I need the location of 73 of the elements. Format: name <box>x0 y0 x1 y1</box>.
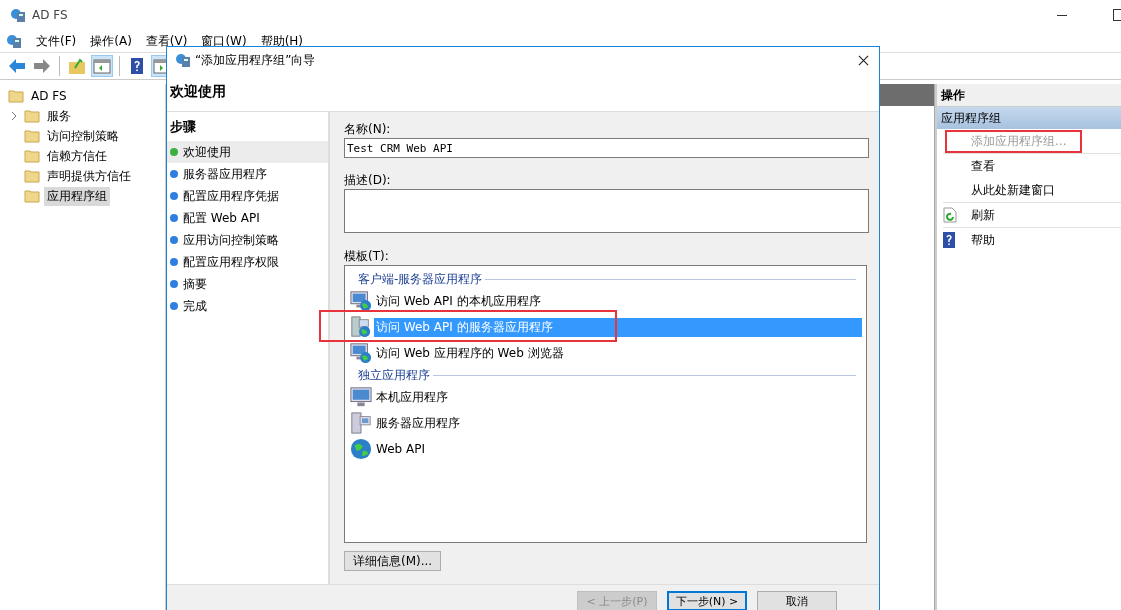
dialog-title: “添加应用程序组”向导 <box>195 51 316 69</box>
menu-item[interactable]: 操作(A) <box>90 32 132 50</box>
steps-heading: 步骤 <box>169 118 197 136</box>
menu-item[interactable]: 文件(F) <box>36 32 77 50</box>
description-field[interactable] <box>344 189 869 233</box>
menu-item[interactable]: 查看(V) <box>145 32 188 50</box>
refresh-icon <box>943 207 957 223</box>
app-icon <box>175 52 191 68</box>
page-heading: 欢迎使用 <box>170 83 226 101</box>
wizard-step: 服务器应用程序 <box>167 163 328 185</box>
app-icon <box>6 33 22 49</box>
console-tree-toggle-icon[interactable] <box>91 55 113 77</box>
step-dot-icon <box>170 148 178 156</box>
tree-item[interactable]: 服务 <box>44 106 74 126</box>
monitor-globe-icon <box>350 342 372 364</box>
folder-icon <box>8 89 24 103</box>
wizard-step: 配置应用程序凭据 <box>167 185 328 207</box>
wizard-button[interactable]: 取消 <box>757 591 837 610</box>
tree-item[interactable]: 访问控制策略 <box>44 126 122 146</box>
template-item[interactable]: 访问 Web 应用程序的 Web 浏览器 <box>374 343 566 363</box>
server-globe-icon <box>350 316 372 338</box>
minimize-button[interactable] <box>1057 14 1067 16</box>
group-heading: 独立应用程序 <box>358 366 430 384</box>
action-link[interactable]: 帮助 <box>967 230 999 250</box>
field-label: 描述(D): <box>344 172 392 189</box>
folder-icon <box>24 169 40 183</box>
details-button[interactable]: 详细信息(M)... <box>344 551 442 571</box>
folder-icon <box>24 129 40 143</box>
action-link[interactable]: 刷新 <box>967 205 999 225</box>
wizard-step: 配置应用程序权限 <box>167 251 328 273</box>
close-icon[interactable] <box>858 54 869 66</box>
window-title: AD FS <box>32 8 68 22</box>
monitor-icon <box>350 386 372 408</box>
folder-icon <box>24 189 40 203</box>
tree-item[interactable]: 信赖方信任 <box>44 146 110 166</box>
folder-icon <box>24 109 40 123</box>
action-link[interactable]: 从此处新建窗口 <box>967 180 1059 200</box>
server-icon <box>350 412 372 434</box>
actions-section-header: 应用程序组 <box>937 107 1121 129</box>
step-dot-icon <box>170 170 178 178</box>
wizard-step: 配置 Web API <box>167 207 328 229</box>
wizard-step: 摘要 <box>167 273 328 295</box>
step-dot-icon <box>170 302 178 310</box>
step-dot-icon <box>170 236 178 244</box>
group-heading: 客户端-服务器应用程序 <box>358 270 483 288</box>
actions-header: 操作 <box>937 84 1121 107</box>
action-link[interactable]: 查看 <box>967 156 999 176</box>
wizard-step: 应用访问控制策略 <box>167 229 328 251</box>
wizard-step: 欢迎使用 <box>167 141 328 163</box>
name-field[interactable]: Test CRM Web API <box>344 138 869 158</box>
help-icon <box>943 232 955 248</box>
template-item[interactable]: 访问 Web API 的本机应用程序 <box>374 291 543 311</box>
step-dot-icon <box>170 258 178 266</box>
tree-item[interactable]: 应用程序组 <box>44 186 110 206</box>
wizard-step: 完成 <box>167 295 328 317</box>
chevron-right-icon[interactable] <box>10 111 18 121</box>
field-label: 模板(T): <box>344 248 390 265</box>
menu-item[interactable]: 窗口(W) <box>201 32 247 50</box>
template-item[interactable]: 本机应用程序 <box>374 387 450 407</box>
tree-item[interactable]: AD FS <box>28 88 70 104</box>
app-icon <box>10 7 26 23</box>
folder-icon <box>24 149 40 163</box>
wizard-button[interactable]: 下一步(N) > <box>667 591 747 610</box>
template-item[interactable]: Web API <box>374 441 427 457</box>
menu-item[interactable]: 帮助(H) <box>260 32 304 50</box>
tree-item[interactable]: 声明提供方信任 <box>44 166 134 186</box>
step-dot-icon <box>170 214 178 222</box>
field-label: 名称(N): <box>344 121 392 138</box>
monitor-globe-icon <box>350 290 372 312</box>
globe-icon <box>350 438 372 460</box>
step-dot-icon <box>170 192 178 200</box>
template-item[interactable]: 服务器应用程序 <box>374 413 462 433</box>
step-dot-icon <box>170 280 178 288</box>
